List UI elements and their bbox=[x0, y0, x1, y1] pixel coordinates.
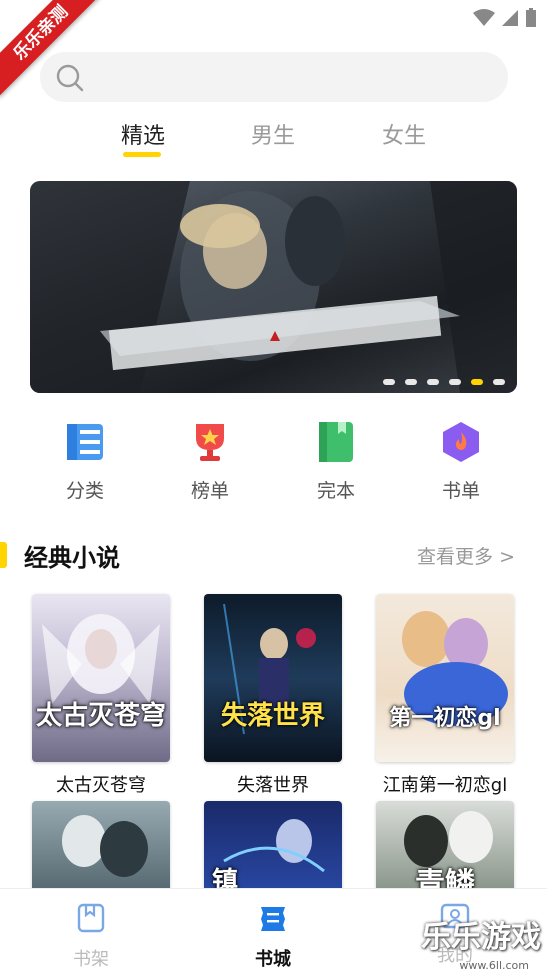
book-card[interactable]: 失落世界 失落世界 bbox=[204, 594, 342, 797]
cover-art bbox=[223, 603, 316, 735]
quick-entry-finished[interactable]: 完本 bbox=[291, 420, 381, 503]
book-title: 太古灭苍穹 bbox=[56, 775, 146, 796]
book-card[interactable]: 第一初恋gl 江南第一初恋gl bbox=[376, 594, 514, 797]
quick-entries: 分类 榜单 完本 书单 bbox=[0, 420, 547, 510]
banner-pagination bbox=[383, 379, 505, 385]
cover-art bbox=[402, 611, 508, 726]
nav-bookstore[interactable]: 书城 bbox=[233, 903, 313, 971]
cover-title: 第一初恋gl bbox=[389, 706, 501, 731]
section-title: 经典小说 bbox=[24, 544, 120, 572]
nav-label: 书架 bbox=[73, 949, 109, 970]
banner-image bbox=[30, 181, 517, 393]
banner-dot[interactable] bbox=[405, 379, 417, 385]
bottom-nav: 书架 书城 我的 乐乐游戏 www.6ll.com bbox=[0, 888, 547, 974]
quick-entry-label: 榜单 bbox=[190, 480, 229, 502]
banner-dot[interactable] bbox=[427, 379, 439, 385]
quick-entry-label: 书单 bbox=[441, 480, 480, 502]
tab-female[interactable]: 女生 bbox=[382, 118, 426, 150]
section-accent-bar bbox=[0, 542, 7, 568]
book-title: 失落世界 bbox=[237, 775, 309, 796]
cover-art bbox=[42, 614, 160, 704]
book-title: 江南第一初恋gl bbox=[382, 775, 508, 796]
quick-entry-label: 完本 bbox=[316, 480, 355, 502]
banner-dot[interactable] bbox=[383, 379, 395, 385]
banner-carousel[interactable] bbox=[30, 181, 517, 393]
nav-label: 书城 bbox=[255, 949, 291, 970]
battery-icon bbox=[526, 8, 536, 27]
trophy-icon bbox=[196, 424, 224, 461]
quick-entry-ranking[interactable]: 榜单 bbox=[165, 420, 255, 503]
finished-book-icon bbox=[319, 422, 353, 462]
status-icons bbox=[473, 8, 537, 28]
wifi-icon bbox=[473, 9, 495, 26]
section-header: 经典小说 查看更多 > bbox=[0, 536, 547, 576]
nav-bookshelf[interactable]: 书架 bbox=[51, 903, 131, 971]
book-cover: 第一初恋gl bbox=[376, 594, 514, 762]
cover-title: 太古灭苍穹 bbox=[35, 701, 166, 731]
see-more-link[interactable]: 查看更多 > bbox=[417, 542, 515, 569]
booklist-icon bbox=[443, 422, 479, 462]
watermark-url: www.6ll.com bbox=[459, 959, 529, 972]
book-card[interactable]: 太古灭苍穹 太古灭苍穹 bbox=[32, 594, 170, 797]
quick-entry-category[interactable]: 分类 bbox=[40, 420, 130, 503]
cover-title: 失落世界 bbox=[220, 701, 325, 731]
tab-featured[interactable]: 精选 bbox=[121, 118, 165, 150]
book-cover: 失落世界 bbox=[204, 594, 342, 762]
top-tabs: 精选 男生 女生 bbox=[0, 112, 547, 162]
banner-dot-active[interactable] bbox=[471, 379, 483, 385]
quick-entry-label: 分类 bbox=[65, 480, 104, 502]
quick-entry-booklist[interactable]: 书单 bbox=[416, 420, 506, 503]
banner-dot[interactable] bbox=[493, 379, 505, 385]
search-input[interactable] bbox=[40, 52, 508, 102]
book-cover: 太古灭苍穹 bbox=[32, 594, 170, 762]
tab-male[interactable]: 男生 bbox=[251, 118, 295, 150]
banner-dot[interactable] bbox=[449, 379, 461, 385]
category-icon bbox=[67, 424, 103, 460]
bookstore-icon bbox=[261, 907, 285, 931]
signal-icon bbox=[502, 10, 518, 26]
watermark: 乐乐游戏 bbox=[421, 920, 541, 955]
bookshelf-icon bbox=[77, 903, 105, 933]
tab-indicator bbox=[123, 152, 161, 157]
status-bar: 乐乐亲测 bbox=[0, 0, 547, 97]
search-icon bbox=[56, 64, 84, 92]
